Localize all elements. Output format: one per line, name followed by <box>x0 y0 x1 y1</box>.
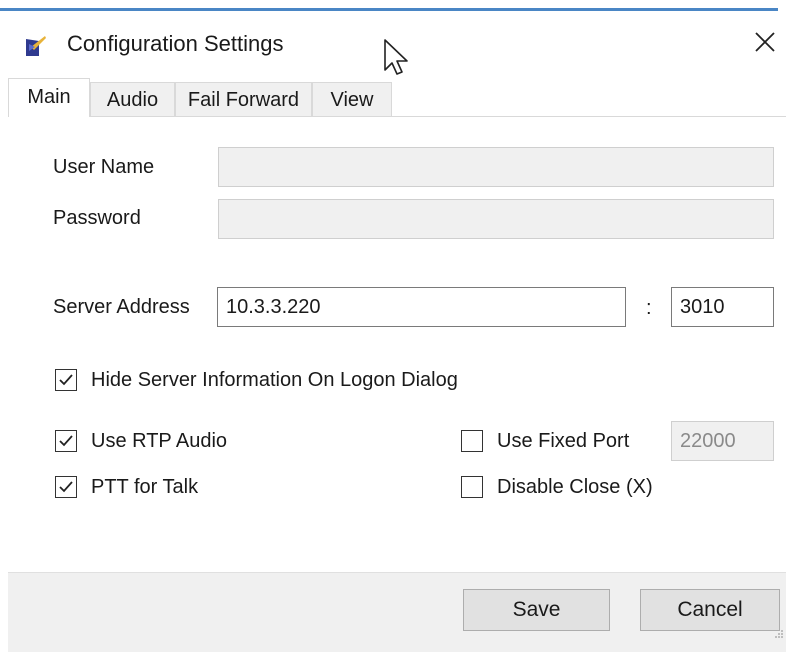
checkmark-icon <box>59 435 73 447</box>
use-fixed-port-checkbox[interactable]: Use Fixed Port <box>461 428 629 454</box>
user-name-input[interactable] <box>218 147 774 187</box>
app-logo-icon <box>26 36 46 56</box>
user-name-label: User Name <box>53 156 155 178</box>
resize-grip-icon[interactable] <box>774 629 784 639</box>
tab-view[interactable]: View <box>312 82 392 116</box>
tab-fail-forward[interactable]: Fail Forward <box>175 82 312 116</box>
server-address-input[interactable] <box>217 287 626 327</box>
checkbox-box[interactable] <box>461 476 483 498</box>
hide-server-info-label: Hide Server Information On Logon Dialog <box>91 369 458 391</box>
fixed-port-input[interactable] <box>671 421 774 461</box>
hide-server-info-checkbox[interactable]: Hide Server Information On Logon Dialog <box>55 367 458 393</box>
port-separator: : <box>646 297 652 319</box>
checkbox-box[interactable] <box>55 369 77 391</box>
password-input[interactable] <box>218 199 774 239</box>
cancel-button[interactable]: Cancel <box>640 589 780 631</box>
checkbox-box[interactable] <box>55 476 77 498</box>
ptt-for-talk-checkbox[interactable]: PTT for Talk <box>55 474 198 500</box>
use-fixed-port-label: Use Fixed Port <box>497 430 630 452</box>
window-title: Configuration Settings <box>67 31 284 56</box>
disable-close-checkbox[interactable]: Disable Close (X) <box>461 474 653 500</box>
use-rtp-audio-checkbox[interactable]: Use RTP Audio <box>55 428 227 454</box>
close-icon <box>755 32 775 52</box>
checkmark-icon <box>59 481 73 493</box>
save-button[interactable]: Save <box>463 589 610 631</box>
checkmark-icon <box>59 374 73 386</box>
server-address-label: Server Address <box>53 296 190 318</box>
checkbox-box[interactable] <box>55 430 77 452</box>
tab-strip: Main Audio Fail Forward View <box>8 78 786 117</box>
disable-close-label: Disable Close (X) <box>497 476 653 498</box>
main-tab-panel: User Name Password Server Address : Hide… <box>8 116 786 573</box>
password-label: Password <box>53 207 141 229</box>
ptt-for-talk-label: PTT for Talk <box>91 476 199 498</box>
mouse-pointer-icon <box>384 39 408 75</box>
close-button[interactable] <box>745 25 785 59</box>
dialog-footer: Save Cancel <box>8 572 786 652</box>
server-port-input[interactable] <box>671 287 774 327</box>
configuration-settings-dialog: Configuration Settings Main Audio Fail F… <box>0 0 791 652</box>
tab-main[interactable]: Main <box>8 78 90 117</box>
checkbox-box[interactable] <box>461 430 483 452</box>
tab-audio[interactable]: Audio <box>90 82 175 116</box>
use-rtp-audio-label: Use RTP Audio <box>91 430 228 452</box>
